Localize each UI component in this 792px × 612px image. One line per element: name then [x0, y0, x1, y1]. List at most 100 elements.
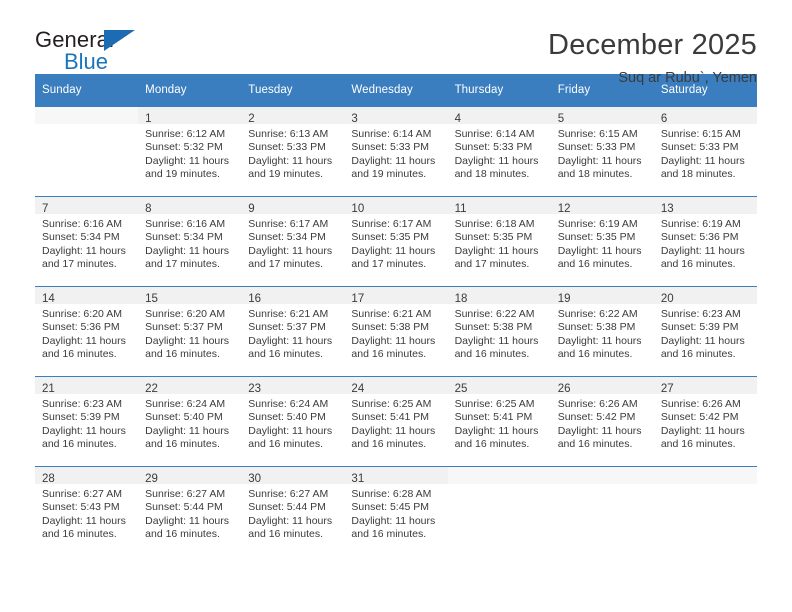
sunset-time: Sunset: 5:36 PM	[42, 321, 120, 334]
daylight-duration-line2: and 16 minutes.	[454, 348, 530, 361]
day-details: Sunrise: 6:15 AM Sunset: 5:33 PM Daylight:…	[654, 124, 757, 182]
daylight-duration-line2: and 19 minutes.	[351, 168, 427, 181]
calendar-day-cell[interactable]: 23 Sunrise: 6:24 AM Sunset: 5:40 PM Dayligh…	[241, 376, 345, 467]
day-number: 16	[248, 293, 262, 305]
day-number: 21	[42, 383, 55, 395]
day-number: 3	[351, 113, 358, 125]
day-number: 12	[557, 203, 571, 215]
day-number-band: 7	[35, 197, 139, 215]
calendar-day-cell[interactable]: 9 Sunrise: 6:17 AM Sunset: 5:34 PM Daylight…	[241, 196, 345, 287]
calendar-day-cell[interactable]: 20 Sunrise: 6:23 AM Sunset: 5:39 PM Dayligh…	[653, 286, 757, 377]
calendar-day-cell[interactable]: 11 Sunrise: 6:18 AM Sunset: 5:35 PM Dayligh…	[447, 196, 551, 287]
calendar-day-cell[interactable]: 27 Sunrise: 6:26 AM Sunset: 5:42 PM Dayligh…	[653, 376, 757, 467]
day-number-band: 29	[138, 467, 242, 485]
sunrise-time: Sunrise: 6:17 AM	[351, 218, 432, 230]
calendar-day-cell[interactable]: 8 Sunrise: 6:16 AM Sunset: 5:34 PM Daylight…	[138, 196, 242, 287]
calendar-day-cell[interactable]: 16 Sunrise: 6:21 AM Sunset: 5:37 PM Dayligh…	[241, 286, 345, 377]
calendar-day-cell[interactable]: 26 Sunrise: 6:26 AM Sunset: 5:42 PM Dayligh…	[550, 376, 654, 467]
calendar-day-cell[interactable]: 12 Sunrise: 6:19 AM Sunset: 5:35 PM Dayligh…	[550, 196, 654, 287]
day-details: Sunrise: 6:25 AM Sunset: 5:41 PM Daylight:…	[448, 394, 551, 452]
calendar-day-cell-empty	[35, 106, 139, 197]
calendar-day-cell[interactable]: 28 Sunrise: 6:27 AM Sunset: 5:43 PM Dayligh…	[35, 466, 139, 556]
calendar-day-cell[interactable]: 31 Sunrise: 6:28 AM Sunset: 5:45 PM Dayligh…	[344, 466, 448, 556]
day-details: Sunrise: 6:26 AM Sunset: 5:42 PM Daylight:…	[551, 394, 654, 452]
sunset-time: Sunset: 5:33 PM	[557, 141, 636, 154]
daylight-duration-line1: Daylight: 11 hours	[557, 154, 642, 167]
calendar-day-cell[interactable]: 10 Sunrise: 6:17 AM Sunset: 5:35 PM Dayligh…	[344, 196, 448, 287]
daylight-duration-line2: and 17 minutes.	[454, 258, 530, 271]
day-number-band: 6	[653, 107, 757, 125]
sunset-time: Sunset: 5:42 PM	[557, 411, 636, 424]
calendar-day-cell[interactable]: 5 Sunrise: 6:15 AM Sunset: 5:33 PM Daylight…	[550, 106, 654, 197]
calendar-day-cell[interactable]: 17 Sunrise: 6:21 AM Sunset: 5:38 PM Dayligh…	[344, 286, 448, 377]
day-number: 31	[351, 473, 365, 485]
day-number-band: 21	[35, 377, 139, 395]
sunset-time: Sunset: 5:33 PM	[454, 141, 533, 154]
day-details: Sunrise: 6:15 AM Sunset: 5:33 PM Daylight:…	[551, 124, 654, 182]
sunrise-time: Sunrise: 6:27 AM	[145, 488, 226, 500]
calendar-day-cell[interactable]: 6 Sunrise: 6:15 AM Sunset: 5:33 PM Daylight…	[653, 106, 757, 197]
calendar-day-cell[interactable]: 19 Sunrise: 6:22 AM Sunset: 5:38 PM Dayligh…	[550, 286, 654, 377]
day-number-band	[35, 107, 139, 124]
daylight-duration-line2: and 16 minutes.	[557, 438, 633, 451]
sunrise-time: Sunrise: 6:16 AM	[42, 218, 122, 230]
daylight-duration-line1: Daylight: 11 hours	[660, 154, 745, 167]
day-details: Sunrise: 6:27 AM Sunset: 5:43 PM Daylight:…	[35, 484, 138, 542]
calendar-day-cell[interactable]: 30 Sunrise: 6:27 AM Sunset: 5:44 PM Dayligh…	[241, 466, 345, 556]
calendar-day-cell[interactable]: 24 Sunrise: 6:25 AM Sunset: 5:41 PM Dayligh…	[344, 376, 448, 467]
calendar-day-cell[interactable]: 25 Sunrise: 6:25 AM Sunset: 5:41 PM Dayligh…	[447, 376, 551, 467]
sunset-time: Sunset: 5:34 PM	[145, 231, 223, 244]
calendar-day-cell[interactable]: 22 Sunrise: 6:24 AM Sunset: 5:40 PM Dayligh…	[138, 376, 242, 467]
sunrise-time: Sunrise: 6:20 AM	[145, 308, 226, 320]
daylight-duration-line1: Daylight: 11 hours	[42, 424, 126, 437]
day-number: 23	[248, 383, 262, 395]
sunset-time: Sunset: 5:34 PM	[248, 231, 326, 244]
sunset-time: Sunset: 5:40 PM	[145, 411, 223, 424]
day-details: Sunrise: 6:26 AM Sunset: 5:42 PM Daylight:…	[654, 394, 757, 452]
sunrise-time: Sunrise: 6:15 AM	[660, 128, 741, 140]
daylight-duration-line1: Daylight: 11 hours	[42, 334, 126, 347]
day-details: Sunrise: 6:23 AM Sunset: 5:39 PM Daylight:…	[654, 304, 757, 362]
daylight-duration-line2: and 17 minutes.	[248, 258, 323, 271]
day-number-band: 30	[241, 467, 345, 485]
day-number-band: 5	[550, 107, 654, 125]
calendar-day-cell[interactable]: 2 Sunrise: 6:13 AM Sunset: 5:33 PM Daylight…	[241, 106, 345, 197]
day-number: 13	[660, 203, 674, 215]
calendar-day-cell[interactable]: 15 Sunrise: 6:20 AM Sunset: 5:37 PM Dayligh…	[138, 286, 242, 377]
day-number: 24	[351, 383, 365, 395]
general-blue-logo[interactable]: General Blue	[35, 27, 165, 77]
daylight-duration-line2: and 16 minutes.	[660, 438, 736, 451]
day-number: 27	[660, 383, 674, 395]
calendar-day-cell[interactable]: 29 Sunrise: 6:27 AM Sunset: 5:44 PM Dayligh…	[138, 466, 242, 556]
calendar-day-cell[interactable]: 21 Sunrise: 6:23 AM Sunset: 5:39 PM Dayligh…	[35, 376, 139, 467]
calendar-day-cell[interactable]: 3 Sunrise: 6:14 AM Sunset: 5:33 PM Daylight…	[344, 106, 448, 197]
day-number-band: 8	[138, 197, 242, 215]
day-number: 17	[351, 293, 365, 305]
calendar-day-cell[interactable]: 1 Sunrise: 6:12 AM Sunset: 5:32 PM Daylight…	[138, 106, 242, 197]
daylight-duration-line1: Daylight: 11 hours	[145, 424, 229, 437]
day-details: Sunrise: 6:14 AM Sunset: 5:33 PM Daylight:…	[344, 124, 447, 182]
calendar-week-row: 14 Sunrise: 6:20 AM Sunset: 5:36 PM Dayligh…	[35, 286, 757, 377]
sunset-time: Sunset: 5:39 PM	[660, 321, 739, 334]
day-details: Sunrise: 6:19 AM Sunset: 5:35 PM Daylight:…	[551, 214, 654, 272]
calendar-page: General Blue December 2025 Suq ar Rubu`,…	[0, 0, 792, 612]
day-number: 11	[454, 203, 467, 215]
sunset-time: Sunset: 5:38 PM	[557, 321, 636, 334]
calendar-day-cell[interactable]: 14 Sunrise: 6:20 AM Sunset: 5:36 PM Dayligh…	[35, 286, 139, 377]
weekday-header-thursday: Thursday	[447, 74, 551, 107]
day-number: 26	[557, 383, 571, 395]
calendar-day-cell[interactable]: 4 Sunrise: 6:14 AM Sunset: 5:33 PM Daylight…	[447, 106, 551, 197]
day-number: 4	[454, 113, 461, 125]
day-number-band: 25	[447, 377, 551, 395]
day-number-band: 19	[550, 287, 654, 305]
daylight-duration-line1: Daylight: 11 hours	[351, 154, 436, 167]
calendar-day-cell[interactable]: 13 Sunrise: 6:19 AM Sunset: 5:36 PM Dayligh…	[653, 196, 757, 287]
daylight-duration-line1: Daylight: 11 hours	[351, 244, 436, 257]
daylight-duration-line1: Daylight: 11 hours	[454, 244, 539, 257]
calendar-day-cell[interactable]: 7 Sunrise: 6:16 AM Sunset: 5:34 PM Daylight…	[35, 196, 139, 287]
day-details: Sunrise: 6:23 AM Sunset: 5:39 PM Daylight:…	[35, 394, 138, 452]
sunset-time: Sunset: 5:37 PM	[248, 321, 326, 334]
day-number-band: 23	[241, 377, 345, 395]
calendar-day-cell[interactable]: 18 Sunrise: 6:22 AM Sunset: 5:38 PM Dayligh…	[447, 286, 551, 377]
daylight-duration-line2: and 16 minutes.	[351, 348, 427, 361]
